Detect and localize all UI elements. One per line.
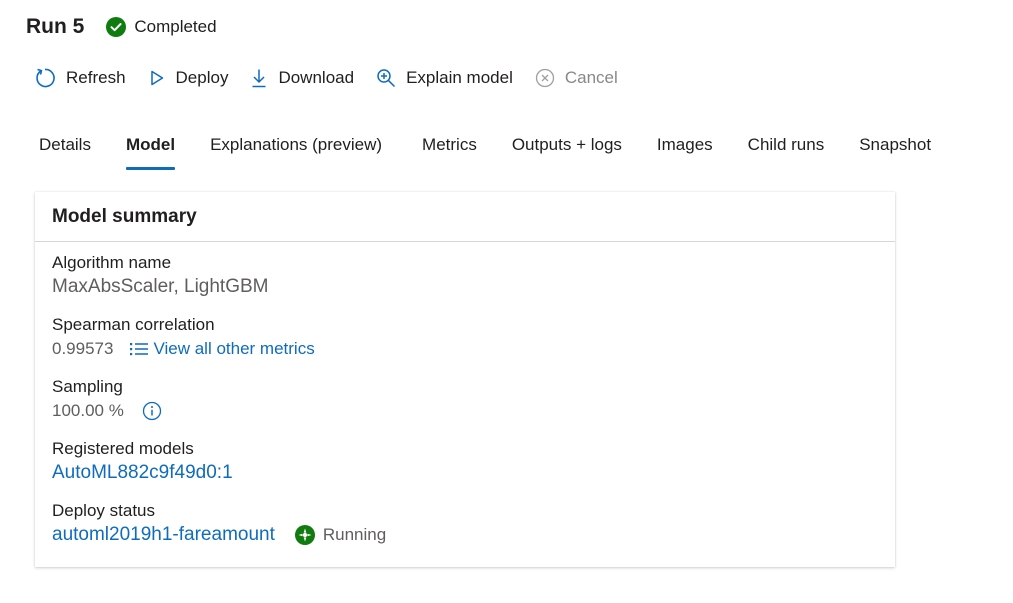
- download-label: Download: [278, 68, 355, 87]
- running-status: Running: [294, 522, 387, 548]
- algorithm-field: Algorithm name MaxAbsScaler, LightGBM: [52, 252, 878, 300]
- running-label: Running: [322, 525, 387, 544]
- zoom-in-icon: [377, 69, 396, 88]
- tab-outputs-logs[interactable]: Outputs + logs: [512, 132, 622, 170]
- deploy-status-label: Deploy status: [52, 501, 155, 520]
- deploy-status-row: automl2019h1-fareamount Running: [52, 522, 878, 548]
- explain-model-label: Explain model: [406, 68, 513, 87]
- tab-explanations[interactable]: Explanations (preview): [210, 132, 382, 170]
- download-icon: [252, 69, 266, 88]
- sampling-row: 100.00 %: [52, 398, 878, 424]
- model-summary-card: Model summary Algorithm name MaxAbsScale…: [35, 192, 895, 567]
- deployment-link[interactable]: automl2019h1-fareamount: [52, 522, 275, 548]
- tab-metrics[interactable]: Metrics: [422, 132, 477, 170]
- spearman-field: Spearman correlation 0.99573 View all ot…: [52, 314, 878, 362]
- deploy-status-field: Deploy status automl2019h1-fareamount Ru…: [52, 500, 878, 548]
- view-all-metrics-label: View all other metrics: [153, 339, 315, 358]
- tab-bar: Details Model Explanations (preview) Met…: [39, 132, 966, 172]
- spearman-label: Spearman correlation: [52, 315, 215, 334]
- run-status: Completed: [106, 17, 217, 37]
- registered-models-row: AutoML882c9f49d0:1: [52, 460, 878, 486]
- tab-snapshot[interactable]: Snapshot: [859, 132, 931, 170]
- refresh-icon: [36, 68, 55, 88]
- refresh-button[interactable]: Refresh: [34, 67, 126, 89]
- download-button[interactable]: Download: [250, 68, 354, 88]
- tab-details[interactable]: Details: [39, 132, 91, 170]
- run-header: Run 5 Completed: [26, 12, 217, 42]
- tab-model[interactable]: Model: [125, 132, 176, 170]
- view-all-metrics-link[interactable]: View all other metrics: [129, 336, 315, 362]
- card-title: Model summary: [35, 192, 895, 242]
- explain-model-button[interactable]: Explain model: [376, 68, 513, 88]
- cancel-icon: [535, 68, 554, 88]
- cancel-button[interactable]: Cancel: [535, 68, 618, 88]
- registered-model-link[interactable]: AutoML882c9f49d0:1: [52, 460, 233, 486]
- status-label: Completed: [134, 17, 217, 36]
- check-circle-icon: [106, 17, 127, 37]
- sampling-label: Sampling: [52, 377, 123, 396]
- tab-child-runs[interactable]: Child runs: [748, 132, 825, 170]
- refresh-label: Refresh: [66, 68, 126, 87]
- spearman-value: 0.99573: [52, 339, 114, 358]
- running-icon: [294, 525, 315, 545]
- play-icon: [150, 70, 163, 86]
- list-icon: [130, 343, 149, 356]
- sampling-value: 100.00 %: [52, 401, 124, 420]
- toolbar: Refresh Deploy Download Explain model Ca…: [34, 64, 640, 92]
- spearman-row: 0.99573 View all other metrics: [52, 336, 878, 362]
- algorithm-label: Algorithm name: [52, 253, 172, 272]
- sampling-field: Sampling 100.00 %: [52, 376, 878, 424]
- deploy-button[interactable]: Deploy: [148, 68, 229, 88]
- info-icon[interactable]: [142, 401, 162, 421]
- run-title: Run 5: [26, 15, 85, 38]
- deploy-label: Deploy: [175, 68, 229, 87]
- registered-models-label: Registered models: [52, 439, 194, 458]
- cancel-label: Cancel: [564, 68, 618, 87]
- tab-images[interactable]: Images: [657, 132, 713, 170]
- registered-models-field: Registered models AutoML882c9f49d0:1: [52, 438, 878, 486]
- algorithm-value: MaxAbsScaler, LightGBM: [52, 276, 269, 297]
